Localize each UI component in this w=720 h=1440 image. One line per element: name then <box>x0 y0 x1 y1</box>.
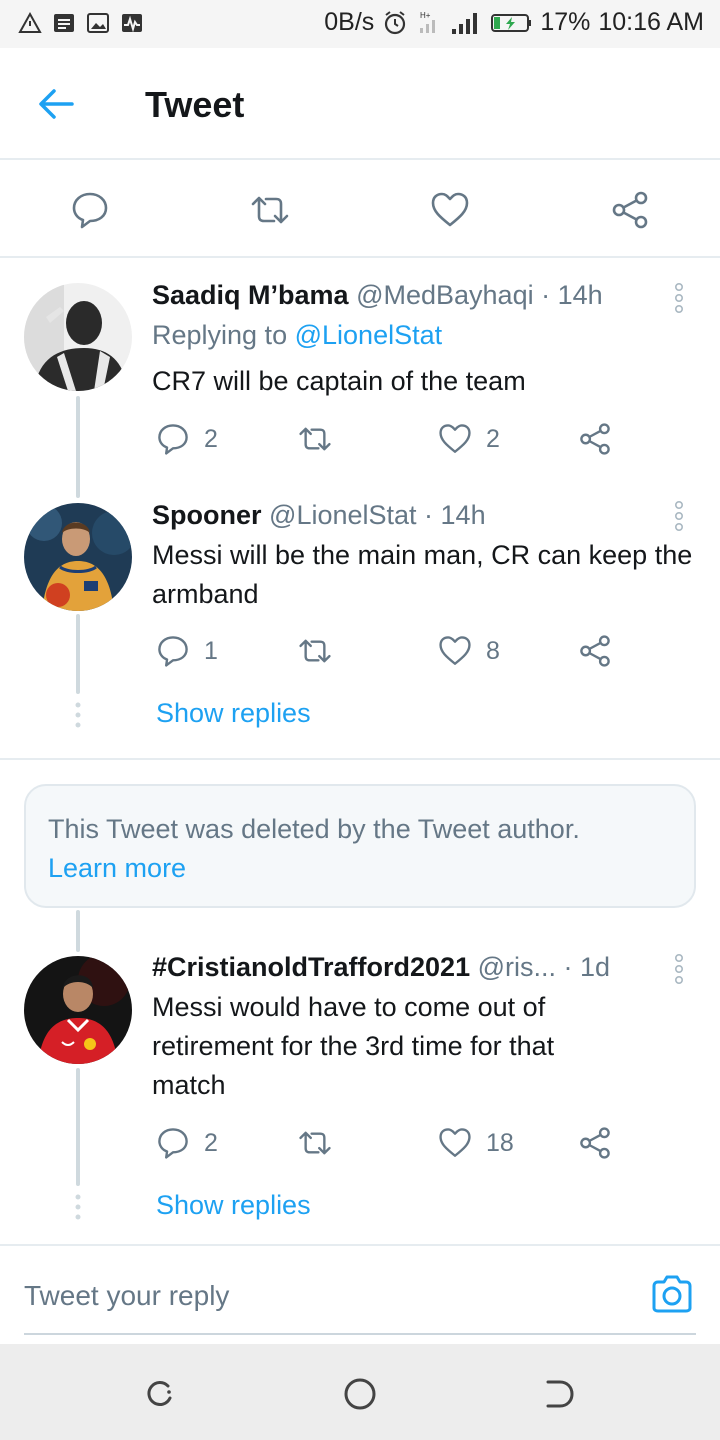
deleted-tweet-notice: This Tweet was deleted by the Tweet auth… <box>24 784 696 908</box>
replying-to-link[interactable]: @LionelStat <box>295 320 443 350</box>
signal-h-icon: H+ <box>420 11 436 33</box>
display-name[interactable]: Saadiq M’bama <box>152 280 349 310</box>
thread-connector <box>76 910 80 952</box>
alarm-icon <box>385 10 406 34</box>
like-icon <box>439 636 471 665</box>
tweet-time: · 14h <box>424 500 486 530</box>
like-count: 18 <box>486 1128 514 1157</box>
retweet-icon[interactable] <box>250 190 290 230</box>
like-count: 2 <box>486 424 500 453</box>
message-icon <box>54 14 74 32</box>
replying-to: Replying to @LionelStat <box>152 320 442 351</box>
tweet-header: Saadiq M’bama @MedBayhaqi · 14h <box>152 280 603 311</box>
system-indicators: 0B/s H+ 17% 10:16 AM <box>324 8 704 37</box>
reply-count: 1 <box>204 636 218 665</box>
svg-text:H+: H+ <box>420 11 431 20</box>
retweet-icon <box>299 639 331 663</box>
reply-count: 2 <box>204 424 218 453</box>
learn-more-link[interactable]: Learn more <box>48 849 672 888</box>
retweet-action[interactable] <box>298 422 346 456</box>
camera-icon[interactable] <box>650 1274 694 1314</box>
thread-ellipsis <box>75 1194 81 1220</box>
avatar[interactable] <box>24 503 132 611</box>
show-replies-link[interactable]: Show replies <box>156 1190 311 1221</box>
reply-icon <box>158 424 188 455</box>
activity-icon <box>122 14 142 33</box>
reply-icon[interactable] <box>70 190 110 230</box>
clock: 10:16 AM <box>598 8 704 36</box>
tweet-time: · 1d <box>563 952 611 982</box>
like-action[interactable]: 18 <box>438 1126 514 1160</box>
like-icon[interactable] <box>430 190 470 230</box>
image-icon <box>87 13 109 33</box>
avatar[interactable] <box>24 283 132 391</box>
battery-percent: 17% <box>540 8 591 36</box>
user-handle[interactable]: @MedBayhaqi <box>356 280 534 310</box>
reply-input[interactable] <box>24 1276 624 1316</box>
tweet-header: #CristianoldTrafford2021 @ris... · 1d <box>152 952 672 983</box>
like-icon <box>439 424 471 453</box>
more-options-icon[interactable] <box>673 953 685 985</box>
share-icon[interactable] <box>610 190 650 230</box>
reply-composer <box>0 1244 720 1344</box>
tweet-text: Messi would have to come out of retireme… <box>152 992 555 1100</box>
share-icon[interactable] <box>578 1126 612 1160</box>
signal-icon <box>452 12 478 34</box>
display-name[interactable]: Spooner <box>152 500 262 530</box>
share-icon[interactable] <box>578 422 612 456</box>
thread-connector <box>76 396 80 498</box>
thread-connector <box>76 614 80 694</box>
notification-icons <box>18 11 144 35</box>
retweet-icon <box>299 427 331 451</box>
share-icon[interactable] <box>578 634 612 668</box>
like-action[interactable]: 8 <box>438 634 500 668</box>
reply-action[interactable]: 2 <box>156 422 218 456</box>
status-bar: 0B/s H+ 17% 10:16 AM <box>0 0 720 48</box>
reply-count: 2 <box>204 1128 218 1157</box>
like-action[interactable]: 2 <box>438 422 500 456</box>
like-icon <box>439 1128 471 1157</box>
back-arrow-icon[interactable] <box>34 84 78 124</box>
section-divider <box>0 758 720 760</box>
reply-icon <box>158 1128 188 1159</box>
warning-icon <box>18 11 42 33</box>
header: Tweet <box>0 48 720 160</box>
thread-connector <box>76 1068 80 1186</box>
display-name[interactable]: #CristianoldTrafford2021 <box>152 952 470 982</box>
thread-ellipsis <box>75 702 81 728</box>
system-nav-bar <box>0 1344 720 1440</box>
back-icon[interactable] <box>540 1374 580 1414</box>
replying-label: Replying to <box>152 320 288 350</box>
reply-underline <box>24 1333 696 1335</box>
user-handle[interactable]: @LionelStat <box>269 500 417 530</box>
deleted-notice-text: This Tweet was deleted by the Tweet auth… <box>48 814 580 844</box>
tweet-text: CR7 will be captain of the team <box>152 366 526 396</box>
reply-icon <box>158 636 188 667</box>
tweet-time: · 14h <box>541 280 603 310</box>
like-count: 8 <box>486 636 500 665</box>
more-options-icon[interactable] <box>673 282 685 314</box>
reply-action[interactable]: 2 <box>156 1126 218 1160</box>
retweet-icon <box>299 1131 331 1155</box>
tweet-header: Spooner @LionelStat · 14h <box>152 500 486 531</box>
avatar[interactable] <box>24 956 132 1064</box>
user-handle[interactable]: @ris... <box>478 952 556 982</box>
retweet-action[interactable] <box>298 1126 346 1160</box>
retweet-action[interactable] <box>298 634 346 668</box>
header-divider <box>0 158 720 160</box>
tweet-text: Messi will be the main man, CR can keep … <box>152 540 693 609</box>
reply-action[interactable]: 1 <box>156 634 218 668</box>
net-speed: 0B/s <box>324 8 375 36</box>
more-options-icon[interactable] <box>673 500 685 532</box>
battery-charging-icon <box>491 13 532 32</box>
show-replies-link[interactable]: Show replies <box>156 698 311 729</box>
recent-apps-icon[interactable] <box>140 1374 180 1414</box>
main-tweet-actions <box>0 162 720 258</box>
home-icon[interactable] <box>340 1374 380 1414</box>
page-title: Tweet <box>145 84 245 125</box>
